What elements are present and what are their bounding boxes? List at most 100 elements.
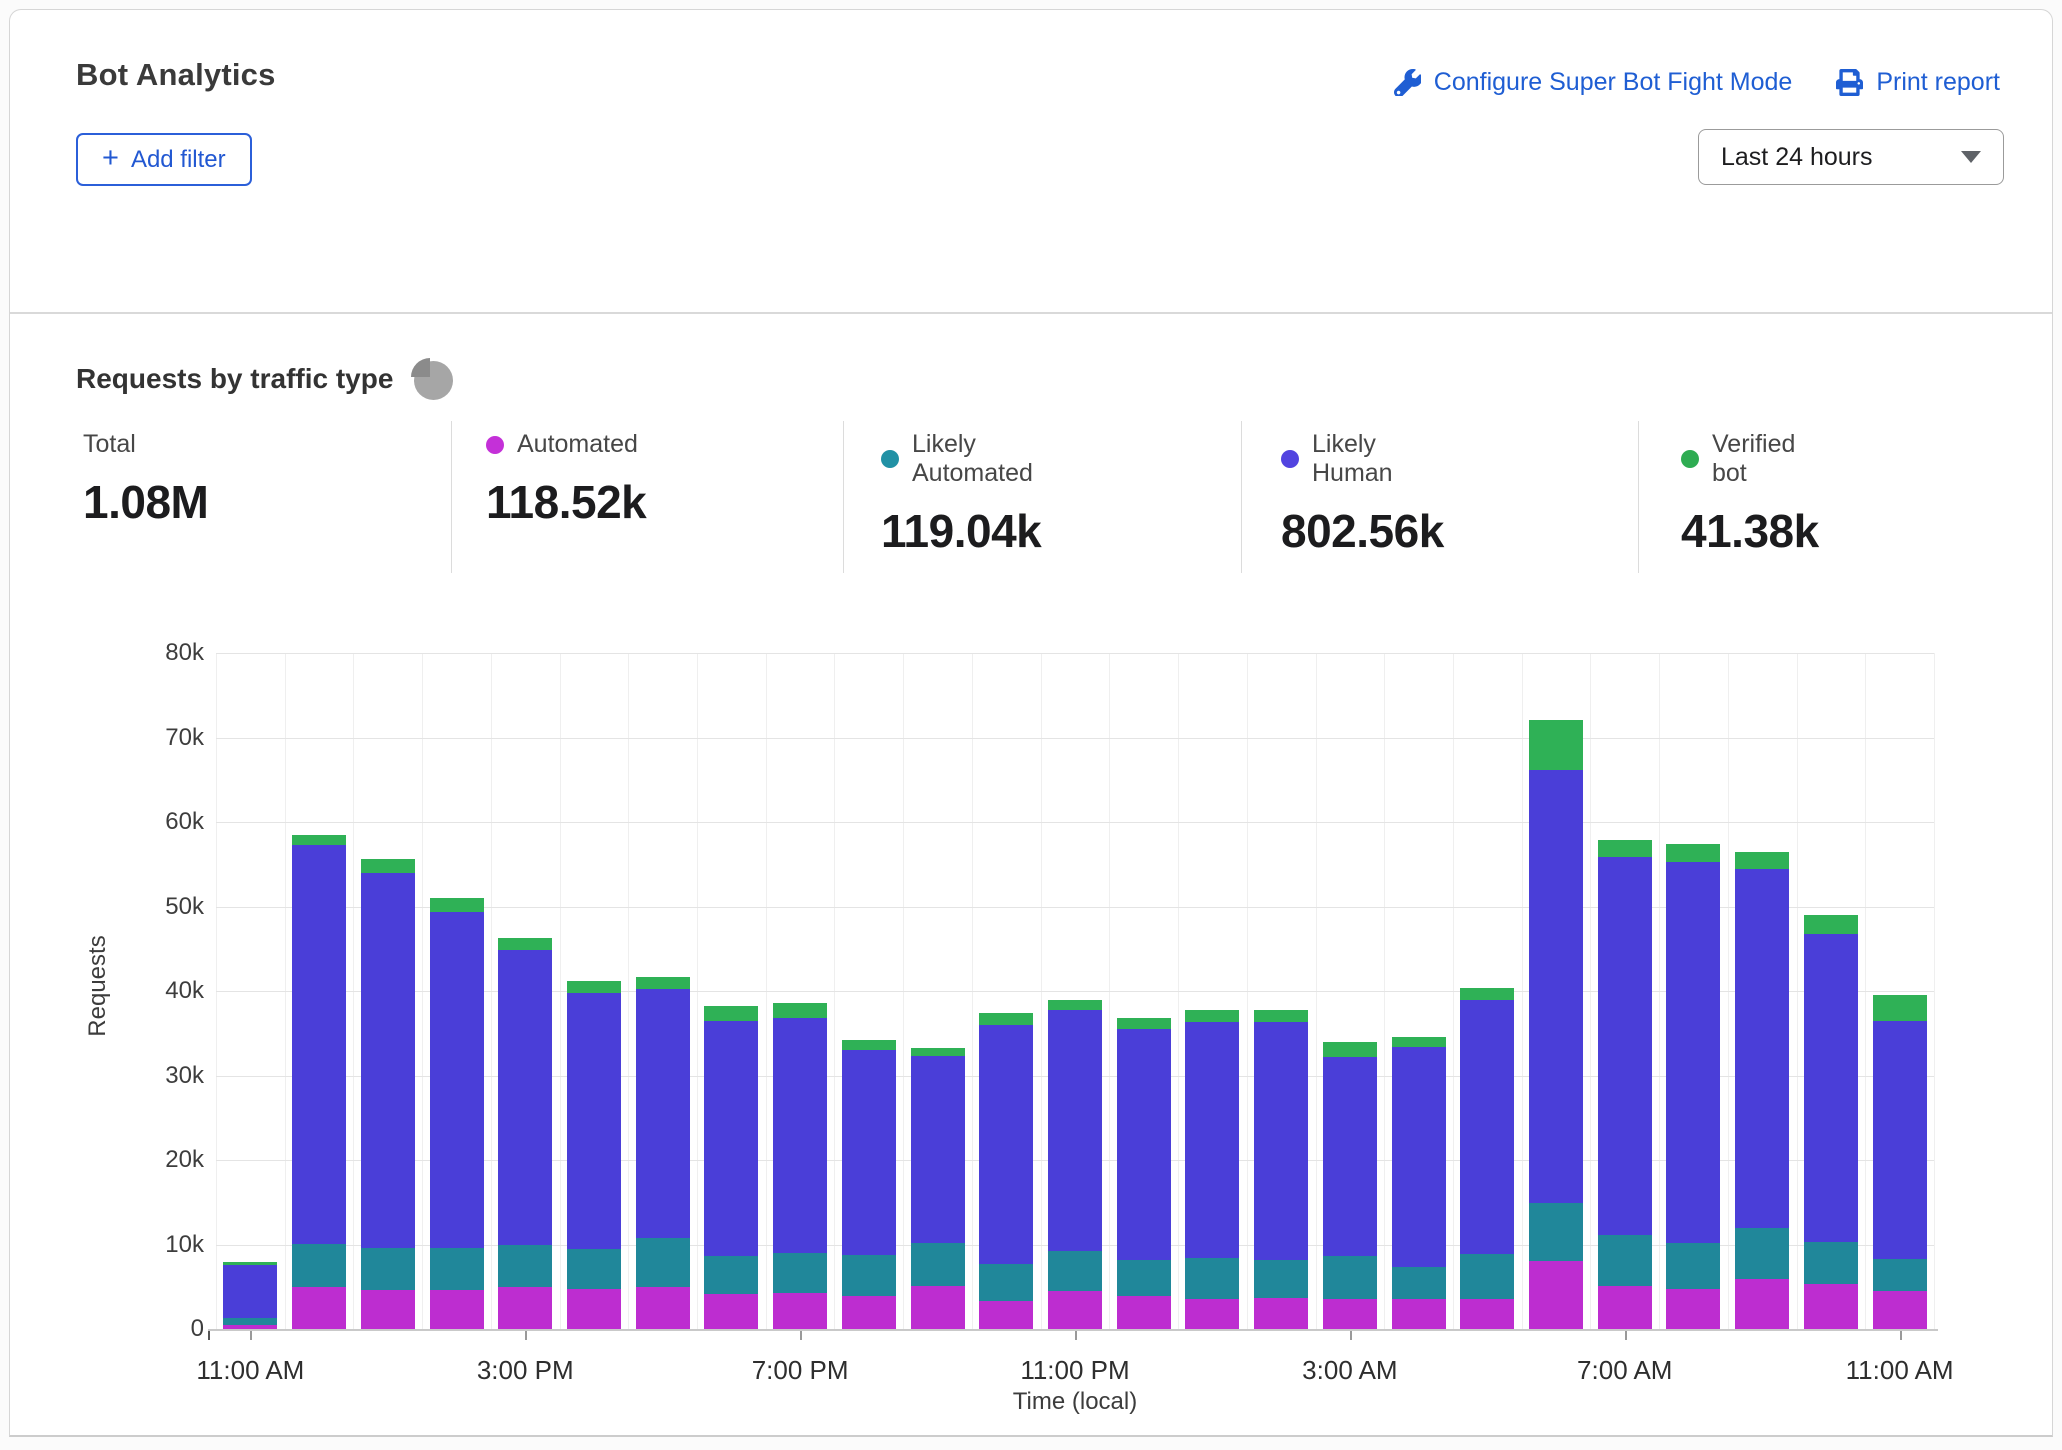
bar-segment-automated[interactable] xyxy=(979,1301,1033,1329)
bar-segment-likely-automated[interactable] xyxy=(1460,1254,1514,1299)
bar-group-hour-19[interactable] xyxy=(1529,720,1583,1329)
bar-group-hour-20[interactable] xyxy=(1598,840,1652,1329)
bar-segment-automated[interactable] xyxy=(911,1286,965,1329)
bar-segment-likely-human[interactable] xyxy=(1666,862,1720,1243)
bar-segment-verified-bot[interactable] xyxy=(292,835,346,845)
bar-segment-likely-automated[interactable] xyxy=(1598,1235,1652,1286)
bar-group-hour-11[interactable] xyxy=(979,1013,1033,1329)
configure-super-bot-fight-mode-link[interactable]: Configure Super Bot Fight Mode xyxy=(1394,68,1793,97)
bar-segment-automated[interactable] xyxy=(1185,1299,1239,1329)
bar-segment-automated[interactable] xyxy=(1666,1289,1720,1329)
bar-segment-verified-bot[interactable] xyxy=(1048,1000,1102,1011)
bar-segment-automated[interactable] xyxy=(1804,1284,1858,1329)
bar-segment-automated[interactable] xyxy=(773,1293,827,1329)
bar-segment-automated[interactable] xyxy=(1323,1299,1377,1329)
bar-segment-verified-bot[interactable] xyxy=(704,1006,758,1021)
bar-segment-likely-human[interactable] xyxy=(1735,869,1789,1229)
bar-segment-verified-bot[interactable] xyxy=(636,977,690,990)
bar-group-hour-21[interactable] xyxy=(1666,844,1720,1329)
bar-segment-automated[interactable] xyxy=(361,1290,415,1329)
bar-segment-likely-human[interactable] xyxy=(1460,1000,1514,1254)
time-range-select[interactable]: Last 24 hours xyxy=(1698,129,2004,185)
bar-segment-automated[interactable] xyxy=(1392,1299,1446,1329)
bar-segment-automated[interactable] xyxy=(1460,1299,1514,1329)
bar-group-hour-16[interactable] xyxy=(1323,1042,1377,1329)
bar-group-hour-1[interactable] xyxy=(292,835,346,1329)
bar-segment-likely-human[interactable] xyxy=(1598,857,1652,1236)
bar-segment-likely-human[interactable] xyxy=(1323,1057,1377,1256)
bar-segment-verified-bot[interactable] xyxy=(361,859,415,873)
bar-segment-verified-bot[interactable] xyxy=(1666,844,1720,862)
bar-segment-likely-human[interactable] xyxy=(636,989,690,1238)
bar-group-hour-24[interactable] xyxy=(1873,995,1927,1329)
stat-automated[interactable]: Automated 118.52k xyxy=(486,430,646,529)
print-report-link[interactable]: Print report xyxy=(1836,68,2000,97)
bar-group-hour-7[interactable] xyxy=(704,1006,758,1329)
stat-verified-bot[interactable]: Verified bot 41.38k xyxy=(1681,430,1819,558)
bar-segment-likely-automated[interactable] xyxy=(430,1248,484,1290)
bar-group-hour-3[interactable] xyxy=(430,898,484,1329)
bar-segment-likely-human[interactable] xyxy=(1048,1010,1102,1251)
bar-segment-verified-bot[interactable] xyxy=(1460,988,1514,1000)
bar-segment-verified-bot[interactable] xyxy=(1529,720,1583,770)
bar-segment-likely-automated[interactable] xyxy=(1117,1260,1171,1296)
bar-segment-verified-bot[interactable] xyxy=(911,1048,965,1056)
bar-segment-verified-bot[interactable] xyxy=(567,981,621,993)
bar-segment-likely-human[interactable] xyxy=(1117,1029,1171,1260)
bar-segment-likely-human[interactable] xyxy=(1254,1022,1308,1259)
bar-segment-likely-automated[interactable] xyxy=(1804,1242,1858,1284)
bar-segment-verified-bot[interactable] xyxy=(979,1013,1033,1025)
bar-segment-likely-human[interactable] xyxy=(1185,1022,1239,1258)
bar-segment-likely-automated[interactable] xyxy=(636,1238,690,1287)
bar-group-hour-10[interactable] xyxy=(911,1048,965,1329)
bar-segment-verified-bot[interactable] xyxy=(1323,1042,1377,1057)
bar-group-hour-6[interactable] xyxy=(636,977,690,1329)
bar-segment-likely-human[interactable] xyxy=(223,1265,277,1318)
bar-segment-likely-human[interactable] xyxy=(1392,1047,1446,1268)
bar-segment-likely-automated[interactable] xyxy=(1254,1260,1308,1298)
bar-segment-likely-automated[interactable] xyxy=(1185,1258,1239,1299)
bar-segment-likely-automated[interactable] xyxy=(1873,1259,1927,1291)
bar-segment-likely-automated[interactable] xyxy=(567,1249,621,1290)
bar-segment-likely-human[interactable] xyxy=(292,845,346,1244)
bar-segment-likely-automated[interactable] xyxy=(223,1318,277,1325)
bar-segment-verified-bot[interactable] xyxy=(1804,915,1858,934)
bar-segment-likely-automated[interactable] xyxy=(1048,1251,1102,1291)
bar-segment-likely-human[interactable] xyxy=(1873,1021,1927,1259)
bar-segment-verified-bot[interactable] xyxy=(1254,1010,1308,1022)
bar-segment-automated[interactable] xyxy=(430,1290,484,1329)
bar-segment-likely-human[interactable] xyxy=(979,1025,1033,1265)
bar-segment-verified-bot[interactable] xyxy=(1873,995,1927,1020)
bar-segment-automated[interactable] xyxy=(1048,1291,1102,1329)
bar-segment-verified-bot[interactable] xyxy=(1735,852,1789,868)
bar-segment-verified-bot[interactable] xyxy=(430,898,484,912)
bar-segment-automated[interactable] xyxy=(704,1294,758,1329)
bar-segment-likely-automated[interactable] xyxy=(1735,1228,1789,1279)
bar-segment-verified-bot[interactable] xyxy=(1392,1037,1446,1047)
bar-segment-likely-human[interactable] xyxy=(430,912,484,1247)
bar-segment-automated[interactable] xyxy=(1529,1261,1583,1329)
bar-segment-automated[interactable] xyxy=(636,1287,690,1329)
bar-segment-automated[interactable] xyxy=(1254,1298,1308,1329)
stat-likely-automated[interactable]: Likely Automated 119.04k xyxy=(881,430,1041,558)
bar-segment-likely-human[interactable] xyxy=(567,993,621,1249)
bar-segment-likely-automated[interactable] xyxy=(979,1264,1033,1301)
bar-segment-likely-human[interactable] xyxy=(1804,934,1858,1242)
bar-group-hour-17[interactable] xyxy=(1392,1037,1446,1329)
stat-likely-human[interactable]: Likely Human 802.56k xyxy=(1281,430,1444,558)
bar-segment-likely-human[interactable] xyxy=(498,950,552,1245)
bar-segment-automated[interactable] xyxy=(1873,1291,1927,1329)
bar-segment-likely-human[interactable] xyxy=(911,1056,965,1243)
bar-segment-automated[interactable] xyxy=(842,1296,896,1329)
bar-group-hour-23[interactable] xyxy=(1804,915,1858,1329)
bar-segment-likely-human[interactable] xyxy=(704,1021,758,1256)
bar-segment-likely-human[interactable] xyxy=(842,1050,896,1254)
bar-segment-automated[interactable] xyxy=(1117,1296,1171,1329)
bar-group-hour-13[interactable] xyxy=(1117,1018,1171,1329)
bar-group-hour-18[interactable] xyxy=(1460,988,1514,1329)
bar-segment-likely-automated[interactable] xyxy=(361,1248,415,1290)
bar-segment-automated[interactable] xyxy=(1598,1286,1652,1329)
bar-segment-likely-human[interactable] xyxy=(361,873,415,1248)
bar-group-hour-9[interactable] xyxy=(842,1040,896,1329)
bar-segment-likely-automated[interactable] xyxy=(1392,1267,1446,1298)
